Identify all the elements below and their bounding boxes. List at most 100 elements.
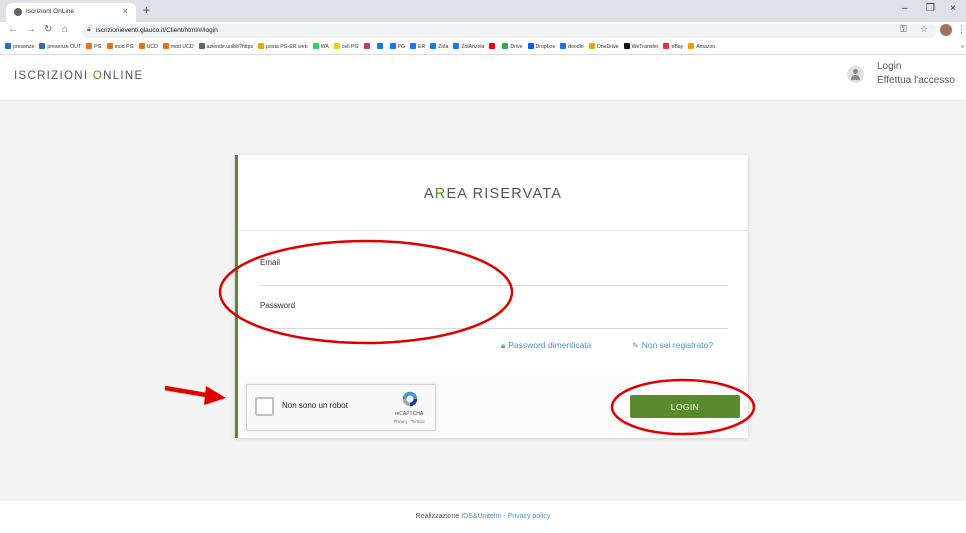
browser-tab[interactable]: Iscrizioni OnLine × bbox=[6, 3, 136, 22]
edit-icon: ✎ bbox=[632, 341, 639, 350]
bookmark-item[interactable]: ZolAnzola bbox=[453, 40, 484, 54]
bookmark-label: Amazon bbox=[696, 44, 716, 50]
reload-icon[interactable]: ↻ bbox=[44, 24, 52, 35]
brand-text-2: NLINE bbox=[103, 70, 144, 82]
bookmark-label: mod PG bbox=[114, 44, 134, 50]
register-text: Non sei registrato? bbox=[641, 340, 714, 350]
bookmark-item[interactable]: OneDrive bbox=[588, 40, 619, 54]
bookmark-label: eBay bbox=[671, 44, 684, 50]
bookmark-item[interactable]: doodle bbox=[560, 40, 584, 54]
recaptcha-label: Non sono un robot bbox=[282, 401, 348, 410]
recaptcha-terms[interactable]: Privacy - Termini bbox=[383, 419, 435, 424]
bookmark-item[interactable]: PG bbox=[389, 40, 406, 54]
bookmark-label: presenze bbox=[13, 44, 35, 50]
home-icon[interactable]: ⌂ bbox=[62, 24, 68, 35]
card-footer: Non sono un robot reCAPTCHA Privacy - Te… bbox=[238, 375, 748, 438]
bookmark-label: Drive bbox=[510, 44, 523, 50]
login-title[interactable]: Login bbox=[877, 61, 901, 72]
bookmark-icon bbox=[410, 43, 417, 49]
recaptcha-checkbox[interactable] bbox=[255, 397, 274, 416]
bookmark-label: doodle bbox=[568, 44, 584, 50]
restore-icon[interactable]: ❐ bbox=[926, 3, 935, 14]
bookmark-icon bbox=[198, 43, 205, 49]
bookmark-label: mod UCD bbox=[170, 44, 194, 50]
bookmark-item[interactable]: presenze OUT bbox=[39, 40, 81, 54]
minimize-icon[interactable]: – bbox=[902, 3, 908, 14]
bookmark-item[interactable]: Zola bbox=[430, 40, 448, 54]
more-bookmarks-icon[interactable]: » bbox=[961, 40, 964, 54]
bookmark-icon bbox=[138, 43, 145, 49]
password-field[interactable] bbox=[260, 312, 728, 329]
site-header: ISCRIZIONI ONLINE Login Effettua l'acces… bbox=[0, 55, 966, 101]
recaptcha-brand: reCAPTCHA bbox=[394, 411, 424, 417]
bookmark-icon bbox=[489, 43, 496, 49]
forward-icon[interactable]: → bbox=[26, 24, 36, 35]
forgot-password-link[interactable]: 🔒︎ Password dimenticata bbox=[501, 340, 591, 351]
bookmark-item[interactable] bbox=[489, 40, 497, 54]
login-button[interactable]: LOGIN bbox=[630, 395, 740, 418]
site-logo[interactable]: ISCRIZIONI ONLINE bbox=[14, 70, 143, 82]
bookmark-item[interactable]: cell PG bbox=[333, 40, 359, 54]
bookmark-label: presenze OUT bbox=[47, 44, 82, 50]
bookmark-icon bbox=[430, 43, 437, 49]
bookmark-icon bbox=[333, 43, 340, 49]
globe-icon bbox=[14, 8, 22, 16]
recaptcha-widget: Non sono un robot reCAPTCHA Privacy - Te… bbox=[246, 384, 436, 431]
lock-icon: 🔒︎ bbox=[501, 341, 506, 350]
bookmark-item[interactable]: UCD bbox=[138, 40, 158, 54]
address-bar[interactable]: 🔒︎ iscrizionieventi.glauco.it/Client/htm… bbox=[82, 24, 937, 38]
address-url: iscrizionieventi.glauco.it/Client/html/#… bbox=[96, 27, 218, 34]
forgot-password-text: Password dimenticata bbox=[508, 340, 592, 350]
bookmark-item[interactable]: mod UCD bbox=[162, 40, 194, 54]
bookmark-label: posta PG-ER web bbox=[266, 44, 308, 50]
bookmark-item[interactable]: mod PG bbox=[106, 40, 134, 54]
bookmark-item[interactable] bbox=[363, 40, 372, 54]
bookmark-item[interactable]: WeTransfer bbox=[623, 40, 658, 54]
bookmark-icon bbox=[623, 43, 630, 49]
bookmark-icon bbox=[312, 43, 319, 49]
bookmark-icon bbox=[502, 43, 509, 49]
window-close-icon[interactable]: × bbox=[950, 3, 956, 14]
login-card: AREA RISERVATA Email Password 🔒︎ Password… bbox=[235, 155, 748, 438]
bookmark-item[interactable]: aziende.unibo?https bbox=[198, 40, 253, 54]
star-icon[interactable]: ☆ bbox=[920, 24, 928, 35]
bookmark-item[interactable]: WA bbox=[312, 40, 329, 54]
tab-close-icon[interactable]: × bbox=[123, 6, 128, 16]
new-tab-icon[interactable]: + bbox=[143, 3, 150, 17]
user-icon[interactable] bbox=[847, 66, 864, 83]
bookmark-item[interactable]: Dropbox bbox=[527, 40, 555, 54]
bookmark-item[interactable]: presenze bbox=[5, 40, 34, 54]
bookmark-item[interactable]: Amazon bbox=[688, 40, 715, 54]
bookmark-item[interactable]: eBay bbox=[663, 40, 683, 54]
bookmark-icon bbox=[106, 43, 113, 49]
card-title: AREA RISERVATA bbox=[238, 186, 748, 202]
bookmark-item[interactable]: posta PG-ER web bbox=[258, 40, 308, 54]
bookmark-icon bbox=[376, 43, 383, 49]
bookmark-icon bbox=[453, 43, 460, 49]
key-icon[interactable]: ⚿ bbox=[900, 24, 907, 35]
bookmark-icon bbox=[527, 43, 534, 49]
register-link[interactable]: ✎ Non sei registrato? bbox=[632, 340, 713, 350]
bookmark-label: ER bbox=[418, 44, 426, 50]
bookmark-icon bbox=[588, 43, 595, 49]
brand-text-1: SCRIZIONI bbox=[18, 70, 93, 82]
login-subtitle[interactable]: Effettua l'accesso bbox=[877, 75, 955, 86]
bookmark-item[interactable] bbox=[376, 40, 385, 54]
lock-icon: 🔒︎ bbox=[87, 26, 91, 33]
brand-accent-letter: O bbox=[92, 70, 104, 82]
back-icon[interactable]: ← bbox=[8, 24, 18, 35]
bookmark-item[interactable]: ER bbox=[410, 40, 425, 54]
divider bbox=[238, 230, 748, 231]
bookmark-icon bbox=[663, 43, 670, 49]
bookmark-icon bbox=[560, 43, 567, 49]
email-field[interactable] bbox=[260, 269, 728, 286]
profile-avatar[interactable] bbox=[940, 24, 952, 36]
bookmark-label: PG bbox=[397, 44, 406, 50]
bookmark-icon bbox=[39, 43, 46, 49]
bookmark-item[interactable]: PG bbox=[86, 40, 102, 54]
menu-dots-icon[interactable]: ⋮ bbox=[957, 24, 966, 35]
email-label: Email bbox=[260, 258, 281, 267]
password-label: Password bbox=[260, 301, 296, 310]
bookmark-item[interactable]: Drive bbox=[502, 40, 523, 54]
page-footer: Realizzazione IDS&Unitelm - Privacy poli… bbox=[0, 501, 966, 520]
